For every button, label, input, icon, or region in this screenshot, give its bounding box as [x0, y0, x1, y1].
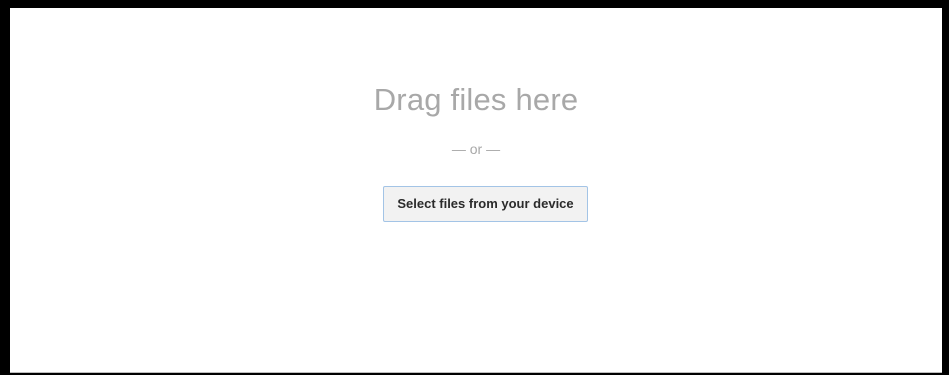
select-files-button[interactable]: Select files from your device	[383, 186, 588, 222]
file-drop-zone[interactable]: Drag files here — or — Select files from…	[10, 8, 942, 373]
or-divider: — or —	[451, 141, 501, 157]
window-frame: Drag files here — or — Select files from…	[0, 0, 949, 375]
drag-files-heading: Drag files here	[373, 82, 579, 117]
